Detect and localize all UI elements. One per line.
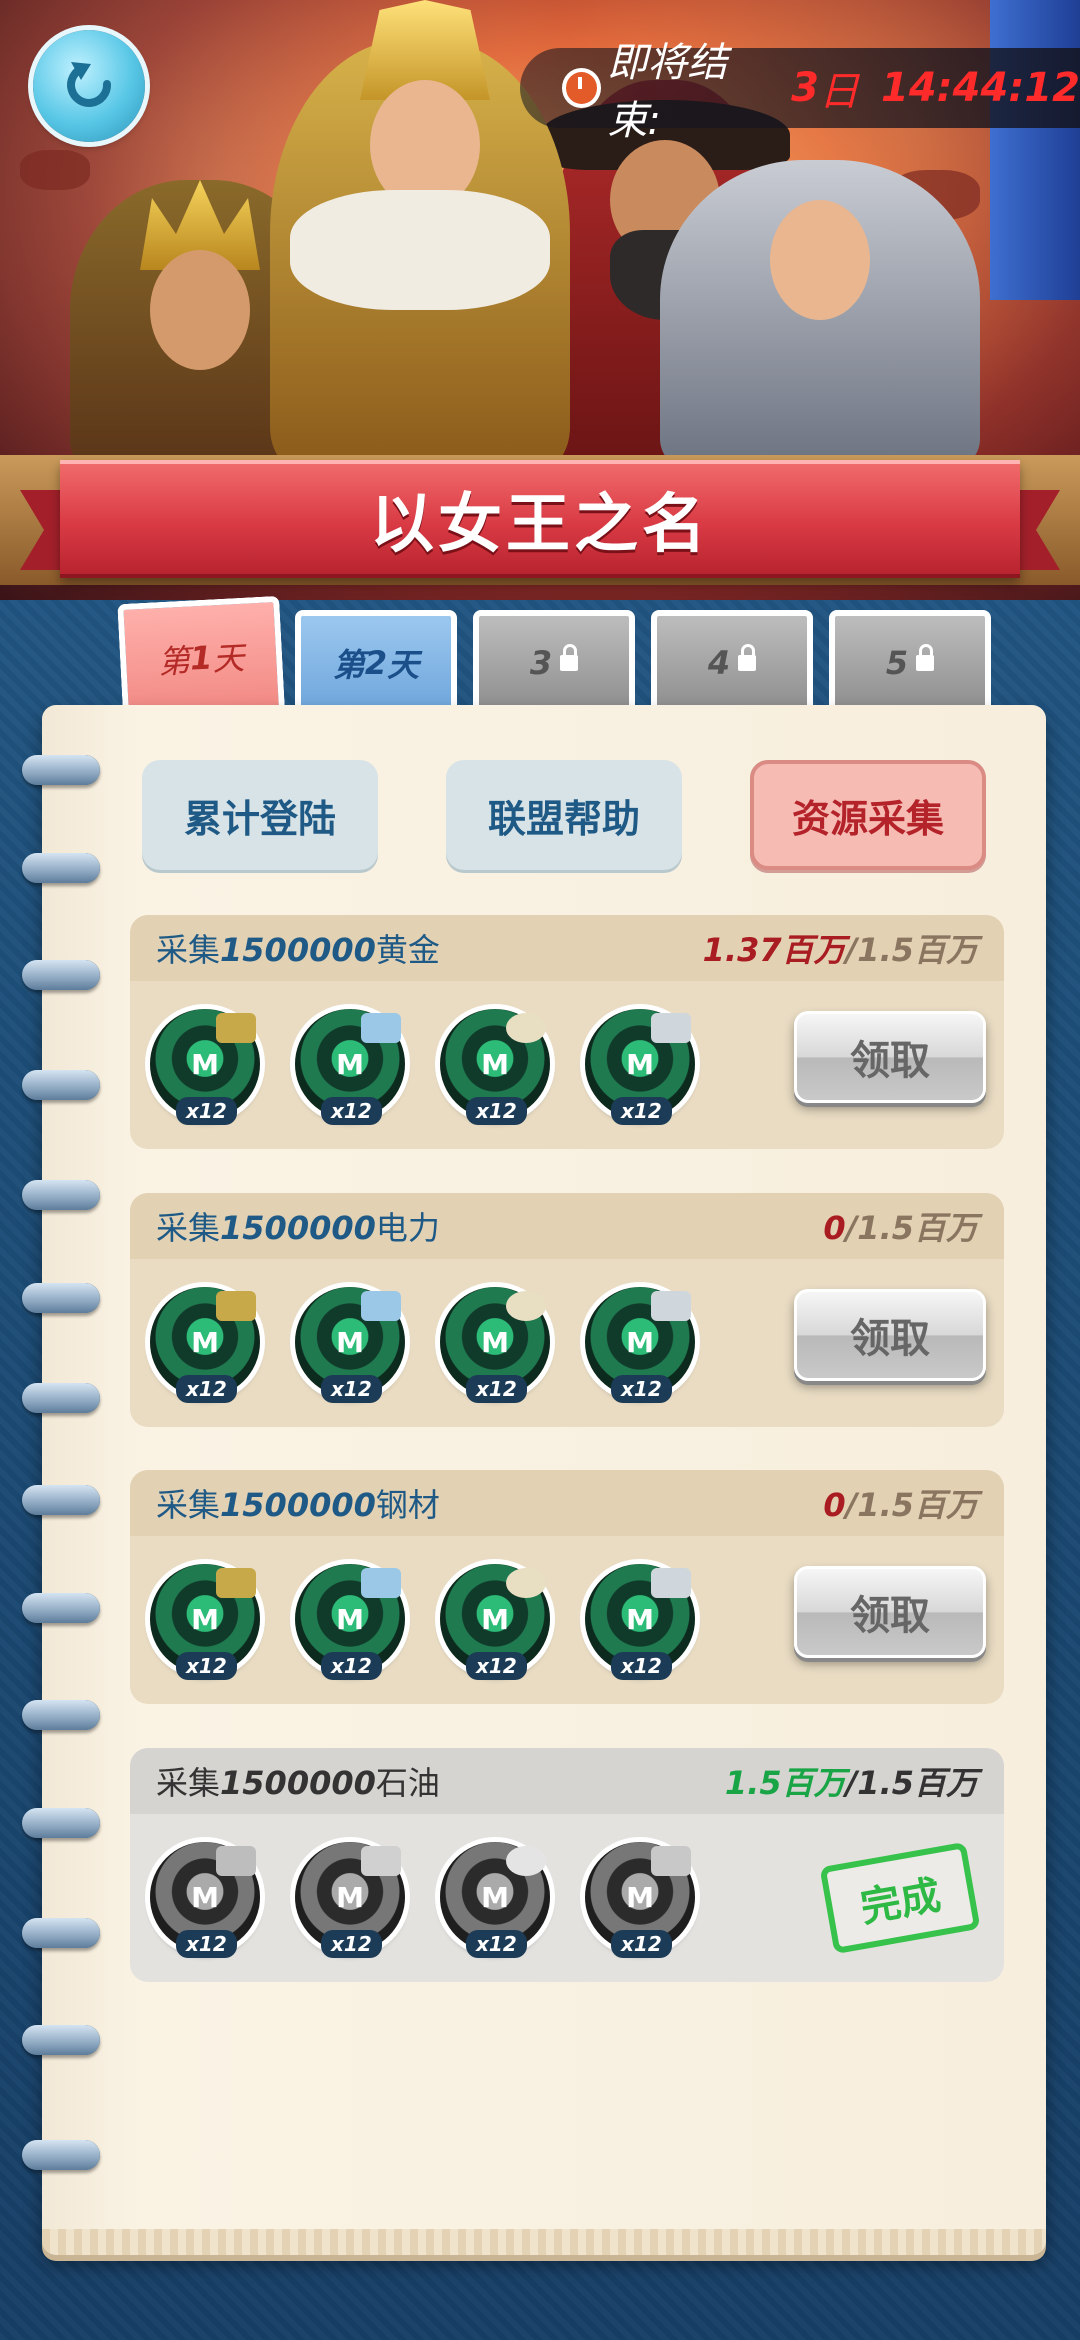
lock-icon	[738, 644, 757, 671]
cannonball-token-icon[interactable]: Mx12	[440, 1842, 550, 1958]
blue-flag-decoration	[990, 0, 1080, 300]
wrench-token-icon[interactable]: Mx12	[585, 1009, 695, 1125]
countdown-days: 3	[791, 65, 820, 111]
tab-day-1[interactable]: 第1天	[117, 595, 285, 715]
task-progress: 0/1.5百万	[823, 1486, 978, 1524]
task-description: 采集1500000电力	[156, 1209, 440, 1247]
notebook-ring	[22, 853, 100, 883]
task-card-gold: 采集1500000黄金 1.37百万/1.5百万 Mx12 Mx12 Mx12 …	[130, 915, 1004, 1149]
notebook-ring	[22, 1485, 100, 1515]
notebook-ring	[22, 1918, 100, 1948]
wrench-token-icon[interactable]: Mx12	[585, 1287, 695, 1403]
notebook-ring	[22, 1593, 100, 1623]
ship-token-icon[interactable]: Mx12	[295, 1009, 405, 1125]
claim-button[interactable]: 领取	[794, 1566, 986, 1658]
tab-day-5[interactable]: 5	[829, 610, 991, 710]
task-card-power: 采集1500000电力 0/1.5百万 Mx12 Mx12 Mx12 Mx12 …	[130, 1193, 1004, 1427]
ship-token-icon[interactable]: Mx12	[295, 1564, 405, 1680]
lock-icon	[916, 644, 935, 671]
event-title: 以女王之名	[370, 488, 710, 562]
task-description: 采集1500000钢材	[156, 1486, 440, 1524]
back-arrow-icon	[67, 62, 112, 107]
event-countdown: 即将结束: 3 日 14:44:12	[520, 40, 1080, 144]
task-card-oil: 采集1500000石油 1.5百万/1.5百万 Mx12 Mx12 Mx12 M…	[130, 1748, 1004, 1982]
lock-icon	[560, 644, 579, 671]
ship-token-icon[interactable]: Mx12	[295, 1287, 405, 1403]
countdown-days-unit: 日	[819, 69, 860, 115]
notebook-ring	[22, 1383, 100, 1413]
tank-token-icon[interactable]: Mx12	[150, 1287, 260, 1403]
cannonball-token-icon[interactable]: Mx12	[440, 1564, 550, 1680]
wrench-token-icon[interactable]: Mx12	[585, 1842, 695, 1958]
claim-button[interactable]: 领取	[794, 1011, 986, 1103]
event-title-ribbon: 以女王之名	[20, 450, 1060, 590]
task-progress: 1.37百万/1.5百万	[702, 931, 978, 969]
category-cumulative-login[interactable]: 累计登陆	[142, 760, 378, 870]
back-button[interactable]	[33, 30, 145, 142]
category-alliance-help[interactable]: 联盟帮助	[446, 760, 682, 870]
category-resource-gathering[interactable]: 资源采集	[750, 760, 986, 870]
notebook-ring	[22, 960, 100, 990]
task-progress: 1.5百万/1.5百万	[724, 1764, 978, 1802]
notebook-ring	[22, 1180, 100, 1210]
task-progress: 0/1.5百万	[823, 1209, 978, 1247]
claim-button[interactable]: 领取	[794, 1289, 986, 1381]
airplane-decoration	[20, 150, 90, 190]
notebook-ring	[22, 2025, 100, 2055]
tank-token-icon[interactable]: Mx12	[150, 1564, 260, 1680]
cannonball-token-icon[interactable]: Mx12	[440, 1009, 550, 1125]
tank-token-icon[interactable]: Mx12	[150, 1842, 260, 1958]
tab-day-4[interactable]: 4	[651, 610, 813, 710]
countdown-time: 14:44:12	[881, 65, 1080, 111]
tab-day-3[interactable]: 3	[473, 610, 635, 710]
task-card-steel: 采集1500000钢材 0/1.5百万 Mx12 Mx12 Mx12 Mx12 …	[130, 1470, 1004, 1704]
wrench-token-icon[interactable]: Mx12	[585, 1564, 695, 1680]
tab-day-2[interactable]: 第2天	[295, 610, 457, 710]
notebook-ring	[22, 1070, 100, 1100]
notebook-ring	[22, 1808, 100, 1838]
clock-icon	[562, 68, 602, 108]
ship-token-icon[interactable]: Mx12	[295, 1842, 405, 1958]
countdown-label: 即将结束:	[607, 40, 728, 144]
notebook-ring	[22, 1700, 100, 1730]
task-description: 采集1500000石油	[156, 1764, 440, 1802]
notebook-ring	[22, 2140, 100, 2170]
notebook-ring	[22, 755, 100, 785]
cannonball-token-icon[interactable]: Mx12	[440, 1287, 550, 1403]
notebook-ring	[22, 1283, 100, 1313]
tank-token-icon[interactable]: Mx12	[150, 1009, 260, 1125]
character-knight	[660, 160, 980, 470]
completed-stamp: 完成	[819, 1841, 981, 1955]
task-description: 采集1500000黄金	[156, 931, 440, 969]
